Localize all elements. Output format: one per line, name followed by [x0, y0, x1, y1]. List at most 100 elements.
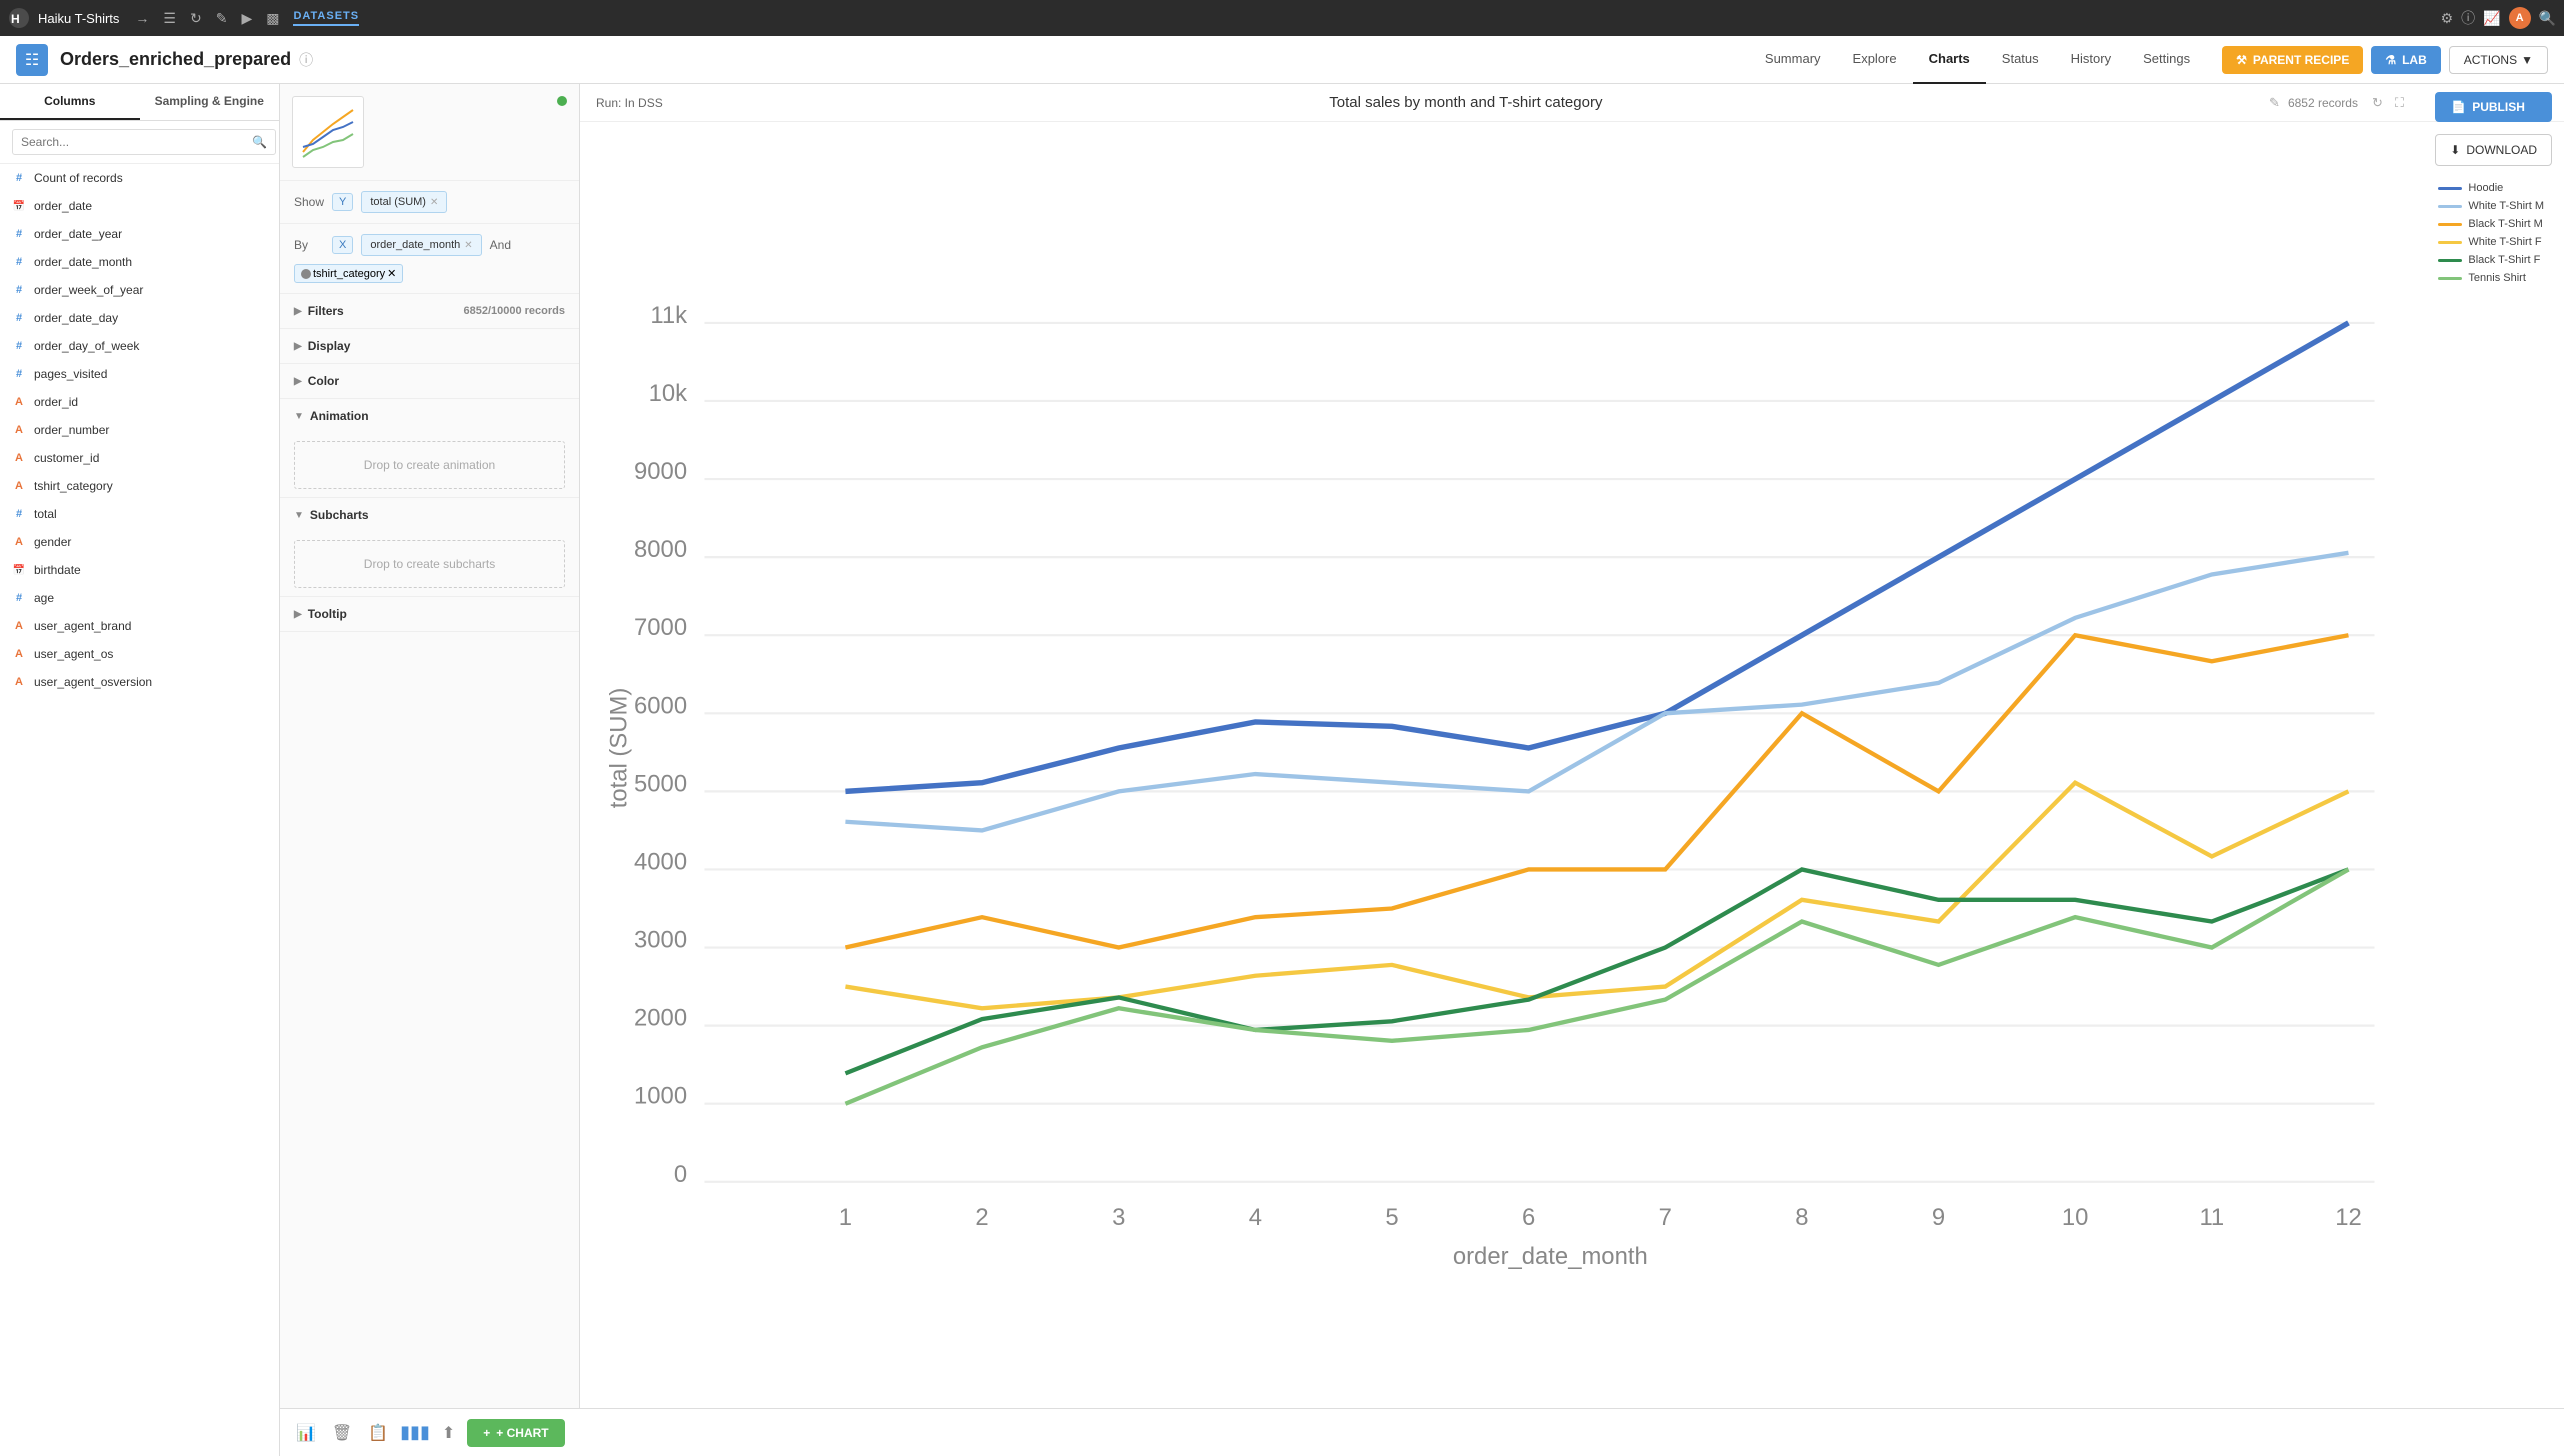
by-label: By: [294, 238, 324, 252]
svg-text:4: 4: [1249, 1204, 1262, 1231]
topbar: H Haiku T-Shirts → ☰ ↻ ✎ ▶ ▩ DATASETS ⚙ …: [0, 0, 2564, 36]
show-field-select[interactable]: total (SUM) ✕: [361, 191, 447, 213]
svg-text:12: 12: [2335, 1204, 2362, 1231]
subcharts-header[interactable]: ▼ Subcharts: [280, 498, 579, 532]
lab-button[interactable]: ⚗ LAB: [2371, 46, 2440, 74]
animation-drop-zone[interactable]: Drop to create animation: [294, 441, 565, 489]
sidebar-tab-sampling[interactable]: Sampling & Engine: [140, 84, 280, 120]
help-icon[interactable]: ⓘ: [2461, 8, 2475, 28]
tab-explore[interactable]: Explore: [1837, 36, 1913, 84]
refresh-icon[interactable]: ↻: [186, 8, 206, 29]
tab-summary[interactable]: Summary: [1749, 36, 1837, 84]
color-header[interactable]: ▶ Color: [280, 364, 579, 398]
remove-by-field[interactable]: ✕: [464, 240, 472, 251]
search-input[interactable]: [12, 129, 276, 155]
list-item[interactable]: # order_week_of_year: [0, 276, 279, 304]
edit-title-icon[interactable]: ✎: [2269, 95, 2280, 111]
list-item[interactable]: # order_date_month: [0, 248, 279, 276]
file-icon[interactable]: ☰: [159, 8, 180, 29]
color-field-badge[interactable]: tshirt_category ✕: [294, 264, 403, 283]
expand-chart-icon[interactable]: ⛶: [2395, 95, 2404, 111]
list-item[interactable]: # order_date_day: [0, 304, 279, 332]
list-item[interactable]: A user_agent_os: [0, 640, 279, 668]
user-avatar[interactable]: A: [2509, 7, 2531, 29]
tooltip-section: ▶ Tooltip: [280, 597, 579, 632]
parent-recipe-button[interactable]: ⚒ PARENT RECIPE: [2222, 46, 2363, 74]
list-item[interactable]: # order_date_year: [0, 220, 279, 248]
tab-settings[interactable]: Settings: [2127, 36, 2206, 84]
play-icon[interactable]: ▶: [237, 8, 256, 29]
svg-text:8000: 8000: [634, 536, 687, 563]
animation-header[interactable]: ▼ Animation: [280, 399, 579, 433]
chart-svg-area: 0 1000 2000 3000 4000 5000 6000 7000 800…: [580, 122, 2564, 1408]
x-axis-badge[interactable]: X: [332, 236, 353, 254]
refresh-chart-icon[interactable]: ↻: [2372, 95, 2383, 111]
actions-button[interactable]: ACTIONS ▼: [2449, 46, 2548, 74]
type-badge-hash: #: [12, 592, 26, 604]
list-item[interactable]: 📅 order_date: [0, 192, 279, 220]
search-icon[interactable]: 🔍: [2539, 10, 2556, 27]
download-button[interactable]: ⬇ DOWNLOAD: [2435, 134, 2552, 166]
chart-header: Run: In DSS Total sales by month and T-s…: [580, 84, 2564, 122]
list-item[interactable]: 📅 birthdate: [0, 556, 279, 584]
chart-thumb-area: [280, 84, 579, 181]
type-badge-hash: #: [12, 284, 26, 296]
type-badge-hash: #: [12, 368, 26, 380]
copy-chart-icon[interactable]: 📋: [364, 1419, 392, 1447]
filters-header[interactable]: ▶ Filters 6852/10000 records: [280, 294, 579, 328]
list-item[interactable]: # pages_visited: [0, 360, 279, 388]
edit-icon[interactable]: ✎: [212, 8, 232, 29]
subcharts-drop-zone[interactable]: Drop to create subcharts: [294, 540, 565, 588]
by-section: By X order_date_month ✕ And tshirt_categ…: [280, 224, 579, 294]
list-item[interactable]: # age: [0, 584, 279, 612]
chart-legend: Hoodie White T-Shirt M Black T-Shirt M: [2438, 182, 2544, 284]
legend-color: [2438, 223, 2462, 226]
column-name: customer_id: [34, 451, 99, 465]
chart-icon-line[interactable]: 📊: [292, 1419, 320, 1447]
legend-color: [2438, 277, 2462, 280]
tab-status[interactable]: Status: [1986, 36, 2055, 84]
lab-icon: ⚗: [2385, 53, 2396, 67]
display-header[interactable]: ▶ Display: [280, 329, 579, 363]
by-field-select[interactable]: order_date_month ✕: [361, 234, 481, 256]
delete-chart-icon[interactable]: 🗑: [328, 1419, 356, 1447]
svg-text:6: 6: [1522, 1204, 1535, 1231]
download-icon: ⬇: [2450, 143, 2460, 157]
settings-icon[interactable]: ⚙: [2441, 10, 2454, 27]
activity-icon[interactable]: 📈: [2483, 10, 2500, 27]
publish-button[interactable]: 📄 PUBLISH: [2435, 92, 2552, 122]
list-item[interactable]: A order_id: [0, 388, 279, 416]
remove-show-field[interactable]: ✕: [430, 197, 438, 208]
add-chart-button[interactable]: + + CHART: [467, 1419, 564, 1447]
tab-charts[interactable]: Charts: [1913, 36, 1986, 84]
chart-thumbnail[interactable]: [292, 96, 364, 168]
list-item[interactable]: A user_agent_osversion: [0, 668, 279, 696]
svg-text:5: 5: [1385, 1204, 1398, 1231]
tv-icon[interactable]: ▩: [262, 8, 283, 29]
app-logo: H: [8, 7, 30, 29]
by-field-value: order_date_month: [370, 239, 460, 251]
list-item[interactable]: A gender: [0, 528, 279, 556]
svg-text:order_date_month: order_date_month: [1453, 1243, 1648, 1270]
list-item[interactable]: # Count of records: [0, 164, 279, 192]
bar-chart-icon[interactable]: ▮▮▮: [400, 1422, 430, 1443]
info-icon[interactable]: ⓘ: [299, 50, 313, 70]
list-item[interactable]: # total: [0, 500, 279, 528]
sidebar-tab-columns[interactable]: Columns: [0, 84, 140, 120]
forward-icon[interactable]: →: [131, 8, 153, 28]
export-chart-icon[interactable]: ⬆: [438, 1419, 459, 1447]
column-name: user_agent_os: [34, 647, 113, 661]
list-item[interactable]: # order_day_of_week: [0, 332, 279, 360]
y-axis-badge[interactable]: Y: [332, 193, 353, 211]
list-item[interactable]: A tshirt_category: [0, 472, 279, 500]
legend-label: Black T-Shirt F: [2468, 254, 2540, 266]
list-item[interactable]: A customer_id: [0, 444, 279, 472]
bottom-bar: 📊 🗑 📋 ▮▮▮ ⬆ + + CHART: [280, 1408, 2564, 1456]
remove-color-field[interactable]: ✕: [387, 267, 396, 280]
column-name: pages_visited: [34, 367, 107, 381]
animation-content: Drop to create animation: [280, 433, 579, 497]
tab-history[interactable]: History: [2055, 36, 2127, 84]
list-item[interactable]: A user_agent_brand: [0, 612, 279, 640]
list-item[interactable]: A order_number: [0, 416, 279, 444]
tooltip-header[interactable]: ▶ Tooltip: [280, 597, 579, 631]
